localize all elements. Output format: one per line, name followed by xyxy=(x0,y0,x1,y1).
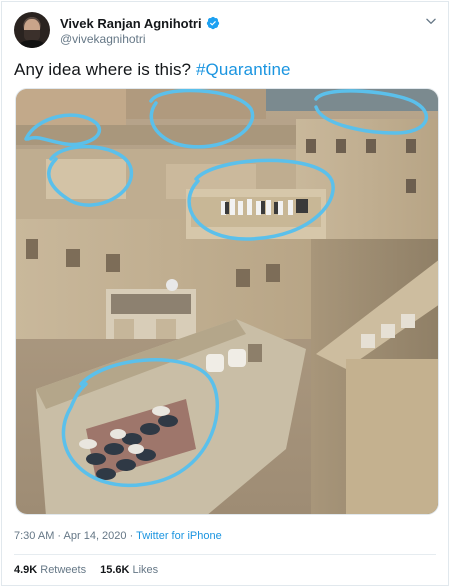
meta-separator-2: · xyxy=(126,530,137,542)
tweet-header: Vivek Ranjan Agnihotri @vivekagnihotri xyxy=(14,12,438,52)
chevron-down-icon[interactable] xyxy=(424,14,438,28)
retweets-label: Retweets xyxy=(40,564,87,576)
tweet-stats: 4.9K Retweets 15.6K Likes xyxy=(14,564,158,576)
author-name-row: Vivek Ranjan Agnihotri xyxy=(60,14,220,32)
likes-stat[interactable]: 15.6K Likes xyxy=(100,564,158,576)
tweet-time[interactable]: 7:30 AM xyxy=(14,530,54,542)
author-handle[interactable]: @vivekagnihotri xyxy=(60,32,146,46)
retweets-stat[interactable]: 4.9K Retweets xyxy=(14,564,86,576)
stats-divider xyxy=(14,554,436,555)
rooftop-photo-illustration xyxy=(16,89,438,514)
likes-count: 15.6K xyxy=(100,564,130,576)
tweet-text-body: Any idea where is this? xyxy=(14,60,196,79)
author-avatar[interactable] xyxy=(14,12,50,48)
tweet-meta: 7:30 AM · Apr 14, 2020 · Twitter for iPh… xyxy=(14,530,222,542)
meta-separator: · xyxy=(54,530,64,542)
retweets-count: 4.9K xyxy=(14,564,38,576)
likes-label: Likes xyxy=(132,564,159,576)
tweet-text: Any idea where is this? #Quarantine xyxy=(14,60,291,80)
verified-badge-icon xyxy=(206,16,219,30)
author-name[interactable]: Vivek Ranjan Agnihotri xyxy=(60,16,202,31)
tweet-date[interactable]: Apr 14, 2020 xyxy=(64,530,127,542)
hashtag-link[interactable]: #Quarantine xyxy=(196,60,291,79)
tweet-photo[interactable] xyxy=(15,88,439,515)
avatar-shirt xyxy=(18,40,46,48)
tweet-source[interactable]: Twitter for iPhone xyxy=(136,530,222,542)
tweet-card: Vivek Ranjan Agnihotri @vivekagnihotri A… xyxy=(1,1,449,586)
